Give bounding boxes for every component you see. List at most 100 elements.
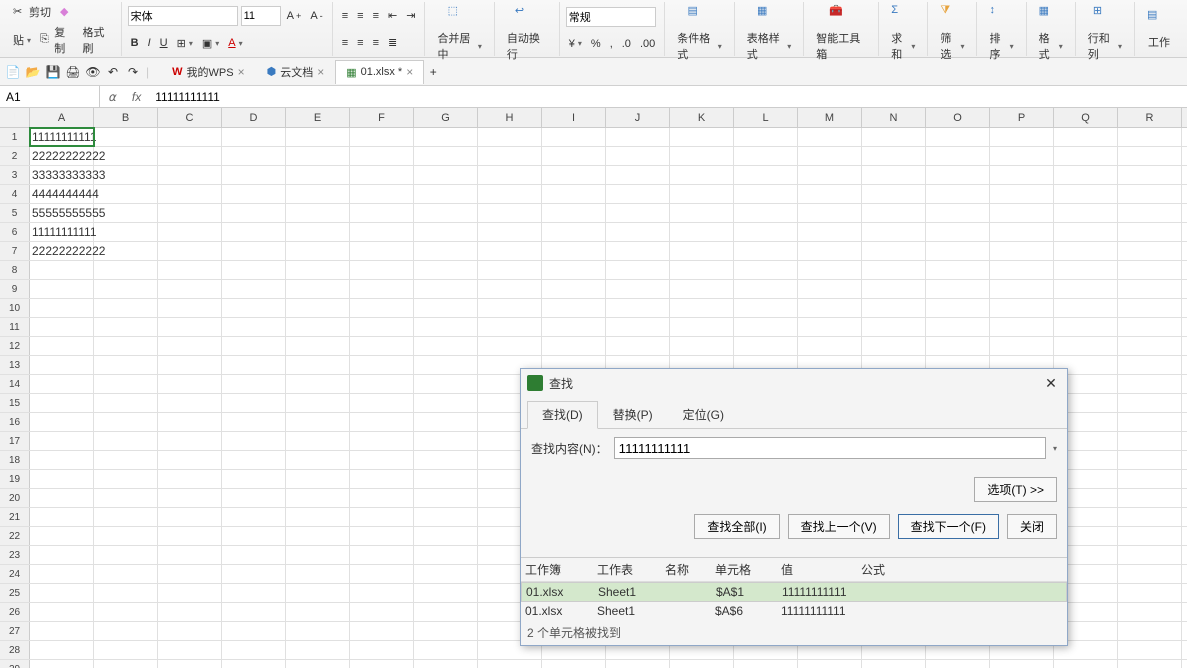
cell[interactable] — [350, 603, 414, 621]
cell[interactable] — [222, 622, 286, 640]
cell[interactable] — [542, 185, 606, 203]
cell[interactable] — [1118, 584, 1182, 602]
tab-goto[interactable]: 定位(G) — [668, 401, 739, 428]
cell[interactable] — [990, 128, 1054, 146]
cell[interactable] — [670, 147, 734, 165]
cell[interactable] — [350, 508, 414, 526]
cell[interactable] — [798, 261, 862, 279]
cell[interactable] — [478, 147, 542, 165]
col-header[interactable]: R — [1118, 108, 1182, 127]
cell[interactable] — [350, 128, 414, 146]
cell[interactable] — [606, 261, 670, 279]
sort-button[interactable]: ↕排序▾ — [983, 2, 1019, 64]
cell[interactable] — [926, 660, 990, 668]
cell[interactable] — [222, 413, 286, 431]
cell[interactable] — [414, 128, 478, 146]
cell[interactable] — [94, 584, 158, 602]
cell[interactable] — [350, 394, 414, 412]
cell[interactable] — [30, 660, 94, 668]
currency-button[interactable]: ¥▾ — [566, 36, 585, 52]
cell[interactable] — [222, 508, 286, 526]
cell[interactable] — [990, 660, 1054, 668]
cell[interactable] — [606, 185, 670, 203]
cell[interactable] — [798, 204, 862, 222]
cell[interactable] — [94, 565, 158, 583]
row-header[interactable]: 14 — [0, 375, 30, 393]
cell[interactable] — [542, 318, 606, 336]
close-icon[interactable]: × — [406, 65, 413, 79]
cell[interactable] — [158, 470, 222, 488]
cell[interactable] — [94, 204, 158, 222]
align-right-button[interactable]: ≡ — [370, 35, 382, 51]
cell[interactable] — [414, 299, 478, 317]
cell[interactable] — [542, 280, 606, 298]
cell[interactable] — [158, 413, 222, 431]
cell[interactable] — [414, 318, 478, 336]
cell[interactable] — [606, 204, 670, 222]
row-header[interactable]: 17 — [0, 432, 30, 450]
cell[interactable] — [30, 489, 94, 507]
col-header[interactable]: B — [94, 108, 158, 127]
cell[interactable] — [286, 413, 350, 431]
cell[interactable] — [734, 147, 798, 165]
cell[interactable] — [286, 622, 350, 640]
cell[interactable] — [478, 318, 542, 336]
cell[interactable] — [222, 489, 286, 507]
cell[interactable] — [926, 261, 990, 279]
col-header[interactable]: J — [606, 108, 670, 127]
cell[interactable] — [414, 603, 478, 621]
cell[interactable] — [1118, 489, 1182, 507]
find-next-button[interactable]: 查找下一个(F) — [898, 514, 999, 539]
row-header[interactable]: 9 — [0, 280, 30, 298]
cell[interactable]: 55555555555 — [30, 204, 94, 222]
cell[interactable] — [990, 147, 1054, 165]
cell[interactable] — [94, 261, 158, 279]
merge-center-button[interactable]: ⬚ 合并居中▾ — [431, 2, 487, 64]
cell[interactable] — [862, 299, 926, 317]
save-button[interactable]: 💾 — [44, 63, 62, 81]
cell[interactable] — [350, 299, 414, 317]
cell[interactable] — [158, 546, 222, 564]
format-painter-button[interactable]: 格式刷 — [80, 22, 115, 58]
cell[interactable] — [478, 185, 542, 203]
cell[interactable] — [286, 356, 350, 374]
col-header[interactable]: O — [926, 108, 990, 127]
font-size-select[interactable] — [241, 6, 281, 26]
cell[interactable] — [926, 166, 990, 184]
cell[interactable] — [30, 394, 94, 412]
cell[interactable] — [606, 128, 670, 146]
cell[interactable] — [542, 223, 606, 241]
row-header[interactable]: 3 — [0, 166, 30, 184]
col-header[interactable]: A — [30, 108, 94, 127]
cell[interactable] — [30, 565, 94, 583]
cell[interactable] — [414, 280, 478, 298]
cell[interactable] — [158, 223, 222, 241]
cell[interactable] — [862, 261, 926, 279]
cell[interactable] — [350, 622, 414, 640]
tab-my-wps[interactable]: W我的WPS× — [161, 60, 255, 84]
cell[interactable] — [1118, 660, 1182, 668]
cell[interactable] — [286, 489, 350, 507]
cell[interactable] — [286, 565, 350, 583]
cell[interactable] — [734, 223, 798, 241]
cell[interactable] — [286, 185, 350, 203]
col-header[interactable]: C — [158, 108, 222, 127]
cell[interactable] — [158, 318, 222, 336]
cell[interactable] — [606, 318, 670, 336]
cell[interactable] — [30, 261, 94, 279]
cell[interactable] — [222, 204, 286, 222]
cell[interactable] — [734, 204, 798, 222]
cell[interactable] — [414, 356, 478, 374]
cell[interactable] — [670, 660, 734, 668]
comma-button[interactable]: , — [607, 36, 616, 52]
cell[interactable] — [1054, 223, 1118, 241]
tab-cloud-docs[interactable]: ⬢云文档× — [256, 60, 336, 84]
cell[interactable] — [1118, 413, 1182, 431]
cell[interactable] — [30, 622, 94, 640]
cell[interactable] — [414, 622, 478, 640]
cell[interactable] — [414, 185, 478, 203]
cell[interactable]: 22222222222 — [30, 242, 94, 260]
redo-button[interactable]: ↷ — [124, 63, 142, 81]
cell[interactable] — [222, 318, 286, 336]
wrap-text-button[interactable]: ↩ 自动换行 — [501, 2, 553, 64]
